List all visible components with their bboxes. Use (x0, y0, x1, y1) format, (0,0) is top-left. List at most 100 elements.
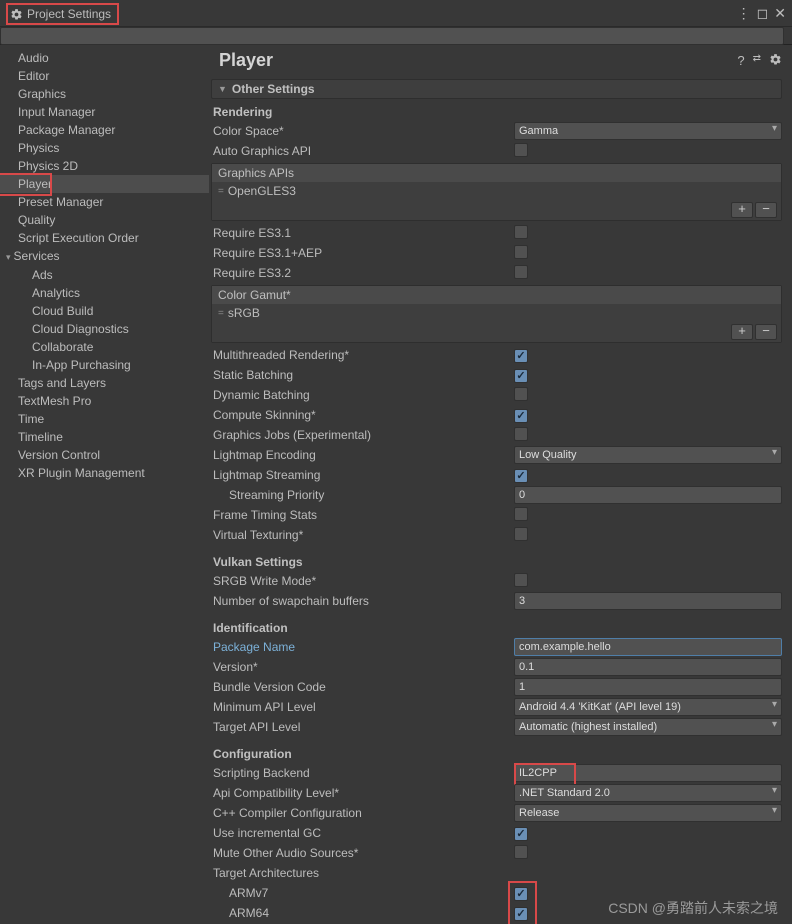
checkbox-graphics-jobs[interactable] (514, 427, 528, 441)
label-req-es31aep: Require ES3.1+AEP (213, 246, 463, 260)
input-bundle[interactable] (514, 678, 782, 696)
checkbox-multithreaded[interactable] (514, 349, 528, 363)
label-incremental-gc: Use incremental GC (213, 826, 463, 840)
label-package-name[interactable]: Package Name (213, 640, 463, 654)
sidebar-item-editor[interactable]: Editor (0, 67, 209, 85)
remove-button[interactable]: − (755, 202, 777, 218)
sidebar-item-script-execution-order[interactable]: Script Execution Order (0, 229, 209, 247)
subsection-configuration: Configuration (211, 743, 782, 763)
sidebar-item-quality[interactable]: Quality (0, 211, 209, 229)
label-graphics-jobs: Graphics Jobs (Experimental) (213, 428, 463, 442)
sidebar-item-physics-2d[interactable]: Physics 2D (0, 157, 209, 175)
checkbox-compute-skinning[interactable] (514, 409, 528, 423)
label-frame-timing: Frame Timing Stats (213, 508, 463, 522)
checkbox-req-es32[interactable] (514, 265, 528, 279)
popout-icon[interactable]: ◻ (757, 5, 769, 22)
sidebar-item-physics[interactable]: Physics (0, 139, 209, 157)
search-input[interactable] (0, 27, 784, 45)
select-api-compat[interactable]: .NET Standard 2.0 (514, 784, 782, 802)
checkbox-arm64[interactable] (514, 907, 528, 921)
checkbox-mute-audio[interactable] (514, 845, 528, 859)
label-lightmap-encoding: Lightmap Encoding (213, 448, 463, 462)
remove-button[interactable]: − (755, 324, 777, 340)
sidebar-item-analytics[interactable]: Analytics (0, 284, 209, 302)
label-mute-audio: Mute Other Audio Sources* (213, 846, 463, 860)
list-graphics-apis: Graphics APIs OpenGLES3 +− (211, 163, 782, 221)
sidebar-item-in-app-purchasing[interactable]: In-App Purchasing (0, 356, 209, 374)
label-compute-skinning: Compute Skinning* (213, 408, 463, 422)
checkbox-req-es31[interactable] (514, 225, 528, 239)
checkbox-virtual-texturing[interactable] (514, 527, 528, 541)
sidebar-item-xr-plugin-management[interactable]: XR Plugin Management (0, 464, 209, 482)
checkbox-frame-timing[interactable] (514, 507, 528, 521)
add-button[interactable]: + (731, 202, 753, 218)
select-color-space[interactable]: Gamma (514, 122, 782, 140)
close-icon[interactable]: ✕ (774, 5, 786, 22)
select-target-api[interactable]: Automatic (highest installed) (514, 718, 782, 736)
label-armv7: ARMv7 (229, 886, 463, 900)
sidebar-item-time[interactable]: Time (0, 410, 209, 428)
select-min-api[interactable]: Android 4.4 'KitKat' (API level 19) (514, 698, 782, 716)
label-static-batching: Static Batching (213, 368, 463, 382)
preset-icon[interactable]: ⇄ (753, 53, 761, 68)
checkbox-req-es31aep[interactable] (514, 245, 528, 259)
content: Player ? ⇄ ▼ Other Settings Rendering Co… (209, 45, 792, 924)
list-item-srgb[interactable]: sRGB (212, 304, 781, 322)
label-color-space: Color Space* (213, 124, 463, 138)
label-scripting-backend: Scripting Backend (213, 766, 463, 780)
list-item-opengles3[interactable]: OpenGLES3 (212, 182, 781, 200)
sidebar-item-cloud-build[interactable]: Cloud Build (0, 302, 209, 320)
checkbox-incremental-gc[interactable] (514, 827, 528, 841)
label-req-es32: Require ES3.2 (213, 266, 463, 280)
sidebar-item-graphics[interactable]: Graphics (0, 85, 209, 103)
search-row (0, 27, 792, 45)
subsection-identification: Identification (211, 617, 782, 637)
label-req-es31: Require ES3.1 (213, 226, 463, 240)
subsection-rendering: Rendering (211, 101, 782, 121)
label-version: Version* (213, 660, 463, 674)
sidebar-item-version-control[interactable]: Version Control (0, 446, 209, 464)
label-target-arch: Target Architectures (213, 866, 463, 880)
sidebar-item-services[interactable]: Services (0, 247, 209, 266)
sidebar-item-audio[interactable]: Audio (0, 49, 209, 67)
checkbox-static-batching[interactable] (514, 369, 528, 383)
sidebar-item-package-manager[interactable]: Package Manager (0, 121, 209, 139)
checkbox-armv7[interactable] (514, 887, 528, 901)
input-package-name[interactable] (514, 638, 782, 656)
sidebar-item-collaborate[interactable]: Collaborate (0, 338, 209, 356)
section-other-settings[interactable]: ▼ Other Settings (211, 79, 782, 99)
add-button[interactable]: + (731, 324, 753, 340)
checkbox-srgb-write[interactable] (514, 573, 528, 587)
label-streaming-priority: Streaming Priority (229, 488, 463, 502)
sidebar-item-tags-and-layers[interactable]: Tags and Layers (0, 374, 209, 392)
input-swapchain[interactable] (514, 592, 782, 610)
label-min-api: Minimum API Level (213, 700, 463, 714)
checkbox-auto-graphics[interactable] (514, 143, 528, 157)
label-target-api: Target API Level (213, 720, 463, 734)
select-scripting-backend[interactable]: IL2CPP (514, 764, 782, 782)
input-version[interactable] (514, 658, 782, 676)
sidebar-item-input-manager[interactable]: Input Manager (0, 103, 209, 121)
label-lightmap-streaming: Lightmap Streaming (213, 468, 463, 482)
label-arm64: ARM64 (229, 906, 463, 920)
checkbox-lightmap-streaming[interactable] (514, 469, 528, 483)
checkbox-dynamic-batching[interactable] (514, 387, 528, 401)
sidebar-item-textmesh-pro[interactable]: TextMesh Pro (0, 392, 209, 410)
sidebar-item-timeline[interactable]: Timeline (0, 428, 209, 446)
input-streaming-priority[interactable] (514, 486, 782, 504)
sidebar-item-cloud-diagnostics[interactable]: Cloud Diagnostics (0, 320, 209, 338)
titlebar: Project Settings ⋮ ◻ ✕ (0, 0, 792, 27)
select-lightmap-encoding[interactable]: Low Quality (514, 446, 782, 464)
title-highlight: Project Settings (6, 3, 119, 25)
sidebar-item-preset-manager[interactable]: Preset Manager (0, 193, 209, 211)
label-cpp-config: C++ Compiler Configuration (213, 806, 463, 820)
settings-icon[interactable] (769, 53, 782, 66)
select-cpp-config[interactable]: Release (514, 804, 782, 822)
sidebar-item-ads[interactable]: Ads (0, 266, 209, 284)
sidebar-item-player[interactable]: Player (0, 175, 209, 193)
help-icon[interactable]: ? (737, 53, 744, 68)
gear-icon (10, 8, 23, 21)
menu-icon[interactable]: ⋮ (737, 5, 751, 22)
label-multithreaded: Multithreaded Rendering* (213, 348, 463, 362)
label-srgb-write: SRGB Write Mode* (213, 574, 463, 588)
